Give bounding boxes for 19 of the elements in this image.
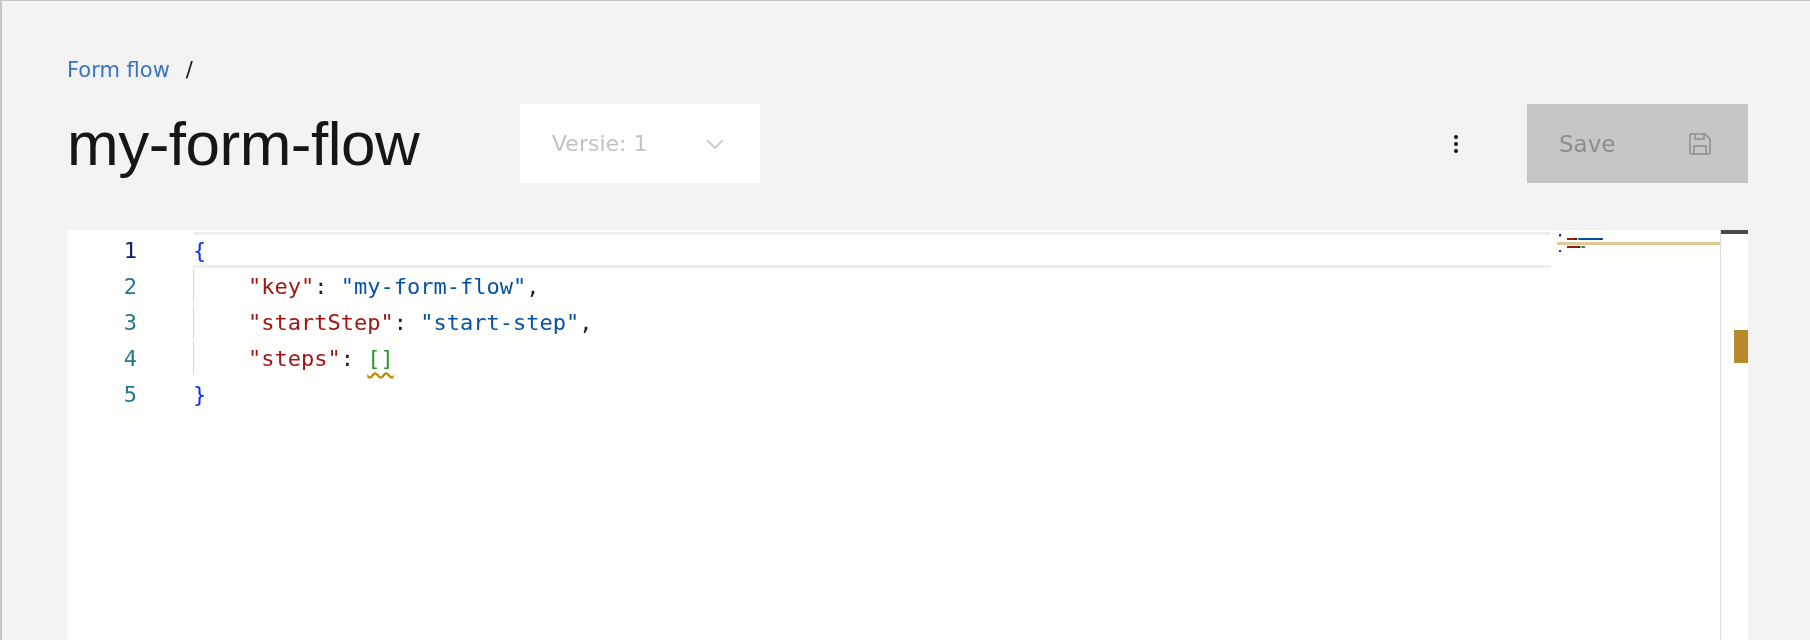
warning-marker — [1734, 330, 1748, 363]
page-title: my-form-flow — [67, 108, 421, 179]
code-line: "steps": [] — [248, 345, 394, 371]
breadcrumb-link[interactable]: Form flow — [67, 55, 170, 85]
code-editor[interactable]: 1 { 2 "key": "my-form-flow", 3 "startStep": "start-step", 4 "steps": [] 5 } — [67, 230, 1748, 640]
more-vertical-icon — [1453, 133, 1459, 154]
chevron-down-icon — [706, 138, 724, 149]
code-line: "key": "my-form-flow", — [248, 273, 540, 299]
overview-ruler-cursor — [1721, 230, 1748, 234]
breadcrumb-separator: / — [185, 57, 193, 84]
save-icon — [1688, 131, 1712, 156]
line-number: 2 — [122, 273, 138, 299]
line-number: 1 — [122, 237, 138, 263]
line-number: 4 — [122, 345, 138, 371]
code-line: "startStep": "start-step", — [248, 309, 593, 335]
line-number: 5 — [122, 381, 138, 407]
line-number: 3 — [122, 309, 138, 335]
code-line: } — [193, 381, 207, 407]
code-line: { — [193, 237, 207, 263]
